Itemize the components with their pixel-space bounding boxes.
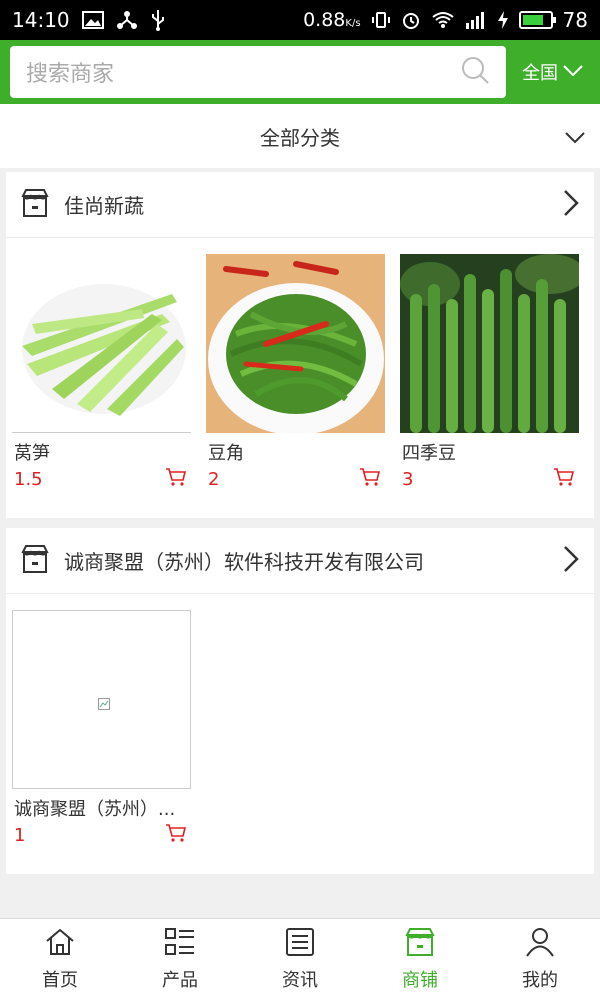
nav-label: 产品 xyxy=(162,970,198,991)
shop-name: 诚商聚盟（苏州）软件科技开发有限公司 xyxy=(64,550,424,574)
alarm-icon xyxy=(401,10,421,30)
nav-label: 商铺 xyxy=(402,970,438,991)
store-icon xyxy=(20,188,50,222)
nav-home[interactable]: 首页 xyxy=(0,919,120,1000)
product-name: 豆角 xyxy=(208,443,244,464)
product-image-lettuce xyxy=(12,254,191,433)
cart-icon[interactable] xyxy=(553,467,575,491)
cart-icon[interactable] xyxy=(165,467,187,491)
user-icon xyxy=(524,927,556,962)
shop-header[interactable]: 佳尚新蔬 xyxy=(6,172,594,238)
product-price: 1 xyxy=(14,824,26,846)
product-name: 莴笋 xyxy=(14,443,50,464)
store-icon xyxy=(20,544,50,578)
product-item[interactable]: 四季豆 3 xyxy=(400,254,579,491)
nav-label: 首页 xyxy=(42,970,78,991)
network-speed: 0.88K/s xyxy=(303,9,361,31)
cart-icon[interactable] xyxy=(165,823,187,847)
home-icon xyxy=(44,927,76,962)
product-name: 四季豆 xyxy=(402,443,456,464)
category-label: 全部分类 xyxy=(260,125,340,150)
search-placeholder: 搜索商家 xyxy=(26,62,115,87)
category-filter[interactable]: 全部分类 xyxy=(0,104,600,168)
nav-me[interactable]: 我的 xyxy=(480,919,600,1000)
shop-card: 佳尚新蔬 莴笋 1.5 豆角 2 四季豆 3 xyxy=(6,172,594,518)
bottom-nav: 首页 产品 资讯 商铺 我的 xyxy=(0,918,600,1000)
news-icon xyxy=(284,927,316,962)
region-selector[interactable]: 全国 xyxy=(506,59,600,85)
status-time: 14:10 xyxy=(12,8,70,32)
product-price: 3 xyxy=(402,468,414,490)
shop-card: 诚商聚盟（苏州）软件科技开发有限公司 诚商聚盟（苏州）... 1 xyxy=(6,528,594,874)
region-label: 全国 xyxy=(522,63,558,84)
chevron-right-icon xyxy=(562,188,580,222)
battery-icon xyxy=(518,11,556,29)
cart-icon[interactable] xyxy=(359,467,381,491)
product-item[interactable]: 豆角 2 xyxy=(206,254,385,491)
product-name: 诚商聚盟（苏州）... xyxy=(14,799,176,820)
wifi-icon xyxy=(431,11,455,29)
store-icon xyxy=(404,927,436,962)
list-icon xyxy=(164,927,196,962)
shop-name: 佳尚新蔬 xyxy=(64,194,144,218)
chevron-down-icon xyxy=(562,62,584,83)
status-bar: 14:10 0.88K/s 78 xyxy=(0,0,600,40)
search-input[interactable]: 搜索商家 xyxy=(10,46,506,98)
battery-percent: 78 xyxy=(562,8,588,32)
share-icon xyxy=(116,10,138,30)
product-price: 1.5 xyxy=(14,468,43,490)
image-icon xyxy=(81,11,104,29)
signal-icon xyxy=(465,11,487,29)
usb-icon xyxy=(150,9,166,31)
charging-icon xyxy=(497,10,509,30)
product-image-beans xyxy=(206,254,385,433)
chevron-right-icon xyxy=(562,544,580,578)
nav-stores[interactable]: 商铺 xyxy=(360,919,480,1000)
search-header: 搜索商家 全国 xyxy=(0,40,600,104)
product-price: 2 xyxy=(208,468,220,490)
nav-label: 我的 xyxy=(522,970,558,991)
nav-label: 资讯 xyxy=(282,970,318,991)
product-item[interactable]: 诚商聚盟（苏州）... 1 xyxy=(12,610,191,847)
search-icon[interactable] xyxy=(460,55,490,89)
product-image-placeholder xyxy=(12,610,191,789)
broken-image-icon xyxy=(98,695,110,714)
nav-news[interactable]: 资讯 xyxy=(240,919,360,1000)
shop-header[interactable]: 诚商聚盟（苏州）软件科技开发有限公司 xyxy=(6,528,594,594)
chevron-down-icon xyxy=(564,126,586,150)
product-item[interactable]: 莴笋 1.5 xyxy=(12,254,191,491)
battery-fill xyxy=(522,15,543,25)
vibrate-icon xyxy=(371,10,391,30)
product-image-green-beans xyxy=(400,254,579,433)
nav-products[interactable]: 产品 xyxy=(120,919,240,1000)
